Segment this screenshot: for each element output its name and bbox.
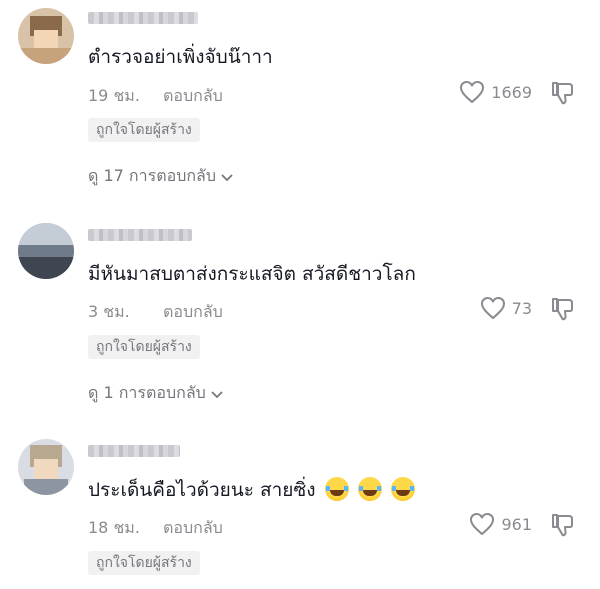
avatar[interactable] [18, 439, 74, 495]
view-replies-button[interactable]: ดู 1 การตอบกลับ [88, 381, 224, 406]
liked-by-creator-badge: ถูกใจโดยผู้สร้าง [88, 118, 200, 142]
chevron-down-icon [221, 173, 233, 181]
heart-icon [460, 81, 485, 103]
like-count: 1669 [491, 82, 532, 102]
dislike-button[interactable] [550, 512, 576, 542]
comment-text: ประเด็นคือไวด้วยนะ สายซิ่ง [88, 475, 415, 505]
avatar[interactable] [18, 8, 74, 64]
comment-text: มีหันมาสบตาส่งกระแสจิต สวัสดีชาวโลก [88, 263, 416, 285]
username-blurred[interactable] [88, 445, 180, 457]
comment-time: 18 ชม. [88, 518, 140, 537]
comment-time: 19 ชม. [88, 86, 140, 105]
comment-text-content: ประเด็นคือไวด้วยนะ สายซิ่ง [88, 479, 316, 501]
comment-item: ประเด็นคือไวด้วยนะ สายซิ่ง 18 ชม. ตอบกลั… [0, 431, 600, 589]
avatar[interactable] [18, 223, 74, 279]
laughing-tears-emoji-icon [390, 477, 415, 501]
like-button[interactable]: 1669 [459, 80, 532, 104]
comment-item: มีหันมาสบตาส่งกระแสจิต สวัสดีชาวโลก 3 ชม… [0, 215, 600, 415]
dislike-button[interactable] [550, 80, 576, 110]
like-count: 961 [501, 514, 532, 534]
heart-icon [470, 513, 495, 535]
laughing-tears-emoji-icon [357, 477, 382, 501]
reply-button[interactable]: ตอบกลับ [163, 516, 223, 541]
like-button[interactable]: 961 [469, 512, 532, 536]
reply-button[interactable]: ตอบกลับ [163, 84, 223, 109]
liked-by-creator-badge: ถูกใจโดยผู้สร้าง [88, 335, 200, 359]
view-replies-label: ดู 1 การตอบกลับ [88, 383, 206, 402]
view-replies-button[interactable]: ดู 17 การตอบกลับ [88, 164, 234, 189]
username-blurred[interactable] [88, 229, 192, 241]
laughing-tears-emoji-icon [324, 477, 349, 501]
thumbs-down-icon [552, 514, 573, 537]
liked-by-creator-badge: ถูกใจโดยผู้สร้าง [88, 551, 200, 575]
thumbs-down-icon [552, 298, 573, 321]
comment-time: 3 ชม. [88, 302, 130, 321]
heart-icon [480, 297, 505, 319]
like-count: 73 [511, 298, 532, 318]
reply-button[interactable]: ตอบกลับ [163, 300, 223, 325]
thumbs-down-icon [552, 82, 573, 105]
chevron-down-icon [211, 390, 223, 398]
username-blurred[interactable] [88, 12, 198, 24]
dislike-button[interactable] [550, 296, 576, 326]
comment-text: ตำรวจอย่าเพิ่งจับน๊าาา [88, 46, 273, 68]
comment-item: ตำรวจอย่าเพิ่งจับน๊าาา 19 ชม. ตอบกลับ 16… [0, 0, 600, 200]
view-replies-label: ดู 17 การตอบกลับ [88, 166, 216, 185]
like-button[interactable]: 73 [480, 296, 532, 320]
